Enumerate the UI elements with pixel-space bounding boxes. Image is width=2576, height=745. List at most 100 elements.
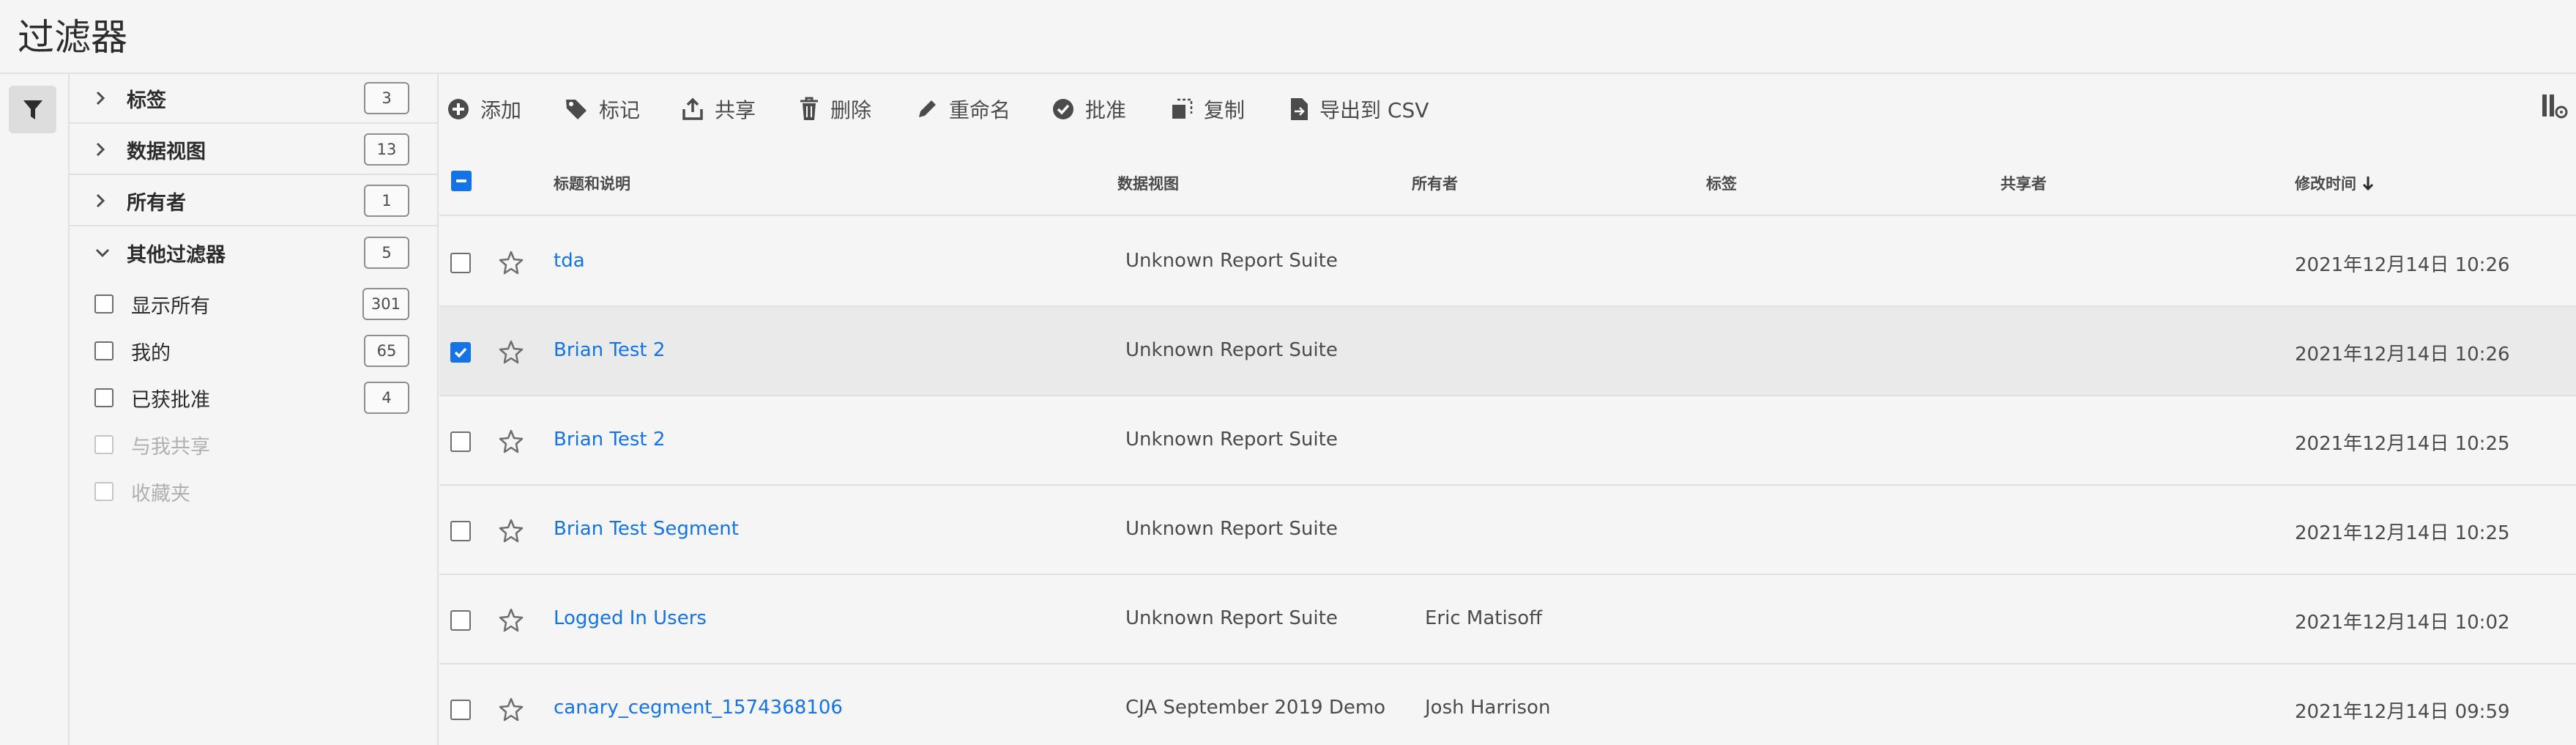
filter-option-approved[interactable]: 已获批准 4 xyxy=(70,374,439,421)
row-modified: 2021年12月14日 09:59 xyxy=(2295,701,2510,723)
column-header-shared-with[interactable]: 共享者 xyxy=(2000,172,2047,194)
add-label: 添加 xyxy=(480,98,522,122)
chevron-right-icon xyxy=(94,141,127,157)
table-row[interactable]: Brian Test Segment Unknown Report Suite … xyxy=(439,486,2576,575)
star-icon[interactable] xyxy=(498,607,524,634)
share-label[interactable]: 共享 xyxy=(715,94,756,124)
row-title-link[interactable]: Brian Test 2 xyxy=(554,339,665,361)
row-modified: 2021年12月14日 10:26 xyxy=(2295,344,2510,366)
table-row[interactable]: canary_cegment_1574368106 CJA September … xyxy=(439,664,2576,745)
row-data-view: Unknown Report Suite xyxy=(1125,250,1338,272)
select-all-checkbox[interactable] xyxy=(451,171,472,191)
share-icon xyxy=(682,97,703,120)
table-header: 标题和说明 数据视图 所有者 标签 共享者 修改时间 xyxy=(439,144,2576,216)
row-data-view: CJA September 2019 Demo xyxy=(1125,697,1386,719)
row-title-link[interactable]: Brian Test Segment xyxy=(554,518,739,540)
row-modified: 2021年12月14日 10:02 xyxy=(2295,612,2510,634)
checkmark-icon xyxy=(454,347,467,358)
tag-button[interactable]: 标记 xyxy=(564,93,640,125)
add-circle-icon xyxy=(448,99,469,119)
column-header-modified[interactable]: 修改时间 xyxy=(2295,172,2374,194)
row-checkbox[interactable] xyxy=(450,700,471,720)
chevron-right-icon xyxy=(94,193,127,209)
column-header-tags[interactable]: 标签 xyxy=(1706,172,1737,194)
count-badge: 301 xyxy=(362,288,409,320)
row-title-link[interactable]: Logged In Users xyxy=(554,607,707,629)
checkmark-circle-icon xyxy=(1053,99,1073,119)
approve-button[interactable]: 批准 xyxy=(1051,93,1126,125)
row-data-view: Unknown Report Suite xyxy=(1125,339,1338,361)
page-title: 过滤器 xyxy=(18,16,127,59)
star-icon[interactable] xyxy=(498,429,524,455)
row-checkbox[interactable] xyxy=(450,253,471,273)
column-settings-button[interactable] xyxy=(2539,92,2569,124)
row-checkbox[interactable] xyxy=(450,431,471,452)
filter-panel-toggle-button[interactable] xyxy=(9,86,56,133)
star-icon[interactable] xyxy=(498,250,524,276)
share-button[interactable]: 共享 xyxy=(681,93,756,125)
export-csv-button[interactable]: 导出到 CSV xyxy=(1289,93,1429,125)
row-modified: 2021年12月14日 10:25 xyxy=(2295,433,2510,455)
tag-icon xyxy=(566,100,587,119)
checkbox[interactable] xyxy=(94,388,113,407)
left-rail xyxy=(0,74,70,745)
column-settings-icon xyxy=(2542,94,2568,119)
add-button[interactable]: 添加 xyxy=(447,93,521,125)
row-data-view: Unknown Report Suite xyxy=(1125,429,1338,451)
star-icon[interactable] xyxy=(498,518,524,544)
filter-icon xyxy=(23,100,42,119)
filter-option-label: 已获批准 xyxy=(131,388,210,412)
row-owner: Eric Matisoff xyxy=(1425,607,1543,629)
filter-group-owners[interactable]: 所有者 1 xyxy=(70,177,439,226)
row-checkbox[interactable] xyxy=(450,521,471,541)
filter-panel: 标签 3 数据视图 13 所有者 1 其他过滤器 5 显示所有 301 我的 6… xyxy=(70,74,439,745)
chevron-right-icon xyxy=(94,90,127,106)
row-data-view: Unknown Report Suite xyxy=(1125,518,1338,540)
row-modified: 2021年12月14日 10:26 xyxy=(2295,254,2510,276)
filter-option-favorites: 收藏夹 xyxy=(70,468,439,515)
column-header-title[interactable]: 标题和说明 xyxy=(554,172,630,194)
table-row[interactable]: Brian Test 2 Unknown Report Suite 2021年1… xyxy=(439,307,2576,396)
export-csv-label: 导出到 CSV xyxy=(1319,98,1429,122)
toolbar: 添加 标记 共享 删除 重命名 批准 复制 导出到 CSV xyxy=(439,74,2576,144)
checkbox xyxy=(94,482,113,501)
table-row[interactable]: Brian Test 2 Unknown Report Suite 2021年1… xyxy=(439,396,2576,486)
delete-label: 删除 xyxy=(830,98,872,122)
filter-group-tags[interactable]: 标签 3 xyxy=(70,74,439,124)
column-header-owner[interactable]: 所有者 xyxy=(1412,172,1458,194)
filter-option-show-all[interactable]: 显示所有 301 xyxy=(70,281,439,327)
checkbox[interactable] xyxy=(94,341,113,360)
column-header-data-view[interactable]: 数据视图 xyxy=(1117,172,1179,194)
filter-group-other-filters[interactable]: 其他过滤器 5 xyxy=(70,228,439,278)
filter-option-label: 显示所有 xyxy=(131,294,210,318)
pencil-icon xyxy=(919,100,936,117)
checkbox[interactable] xyxy=(94,294,113,314)
rename-label: 重命名 xyxy=(949,98,1011,122)
row-title-link[interactable]: tda xyxy=(554,250,585,272)
chevron-down-icon xyxy=(94,247,127,259)
table-row[interactable]: Logged In Users Unknown Report Suite Eri… xyxy=(439,575,2576,664)
row-checkbox[interactable] xyxy=(450,342,471,363)
count-badge: 13 xyxy=(364,133,409,166)
approve-label: 批准 xyxy=(1085,98,1127,122)
star-icon[interactable] xyxy=(498,339,524,366)
trash-icon xyxy=(800,97,818,120)
row-owner: Josh Harrison xyxy=(1425,697,1551,719)
row-checkbox[interactable] xyxy=(450,610,471,631)
copy-button[interactable]: 复制 xyxy=(1170,93,1245,125)
checkbox xyxy=(94,435,113,454)
delete-button[interactable]: 删除 xyxy=(798,93,871,125)
filter-option-shared-with-me: 与我共享 xyxy=(70,421,439,468)
table-row[interactable]: tda Unknown Report Suite 2021年12月14日 10:… xyxy=(439,218,2576,307)
filter-group-data-views[interactable]: 数据视图 13 xyxy=(70,125,439,175)
copy-label: 复制 xyxy=(1204,98,1246,122)
count-badge: 1 xyxy=(364,185,409,217)
count-badge: 5 xyxy=(364,237,409,269)
filter-option-mine[interactable]: 我的 65 xyxy=(70,327,439,374)
star-icon[interactable] xyxy=(498,697,524,723)
row-title-link[interactable]: Brian Test 2 xyxy=(554,429,665,451)
rename-button[interactable]: 重命名 xyxy=(915,93,1010,125)
tag-label: 标记 xyxy=(599,98,641,122)
row-title-link[interactable]: canary_cegment_1574368106 xyxy=(554,697,843,719)
row-data-view: Unknown Report Suite xyxy=(1125,607,1338,629)
